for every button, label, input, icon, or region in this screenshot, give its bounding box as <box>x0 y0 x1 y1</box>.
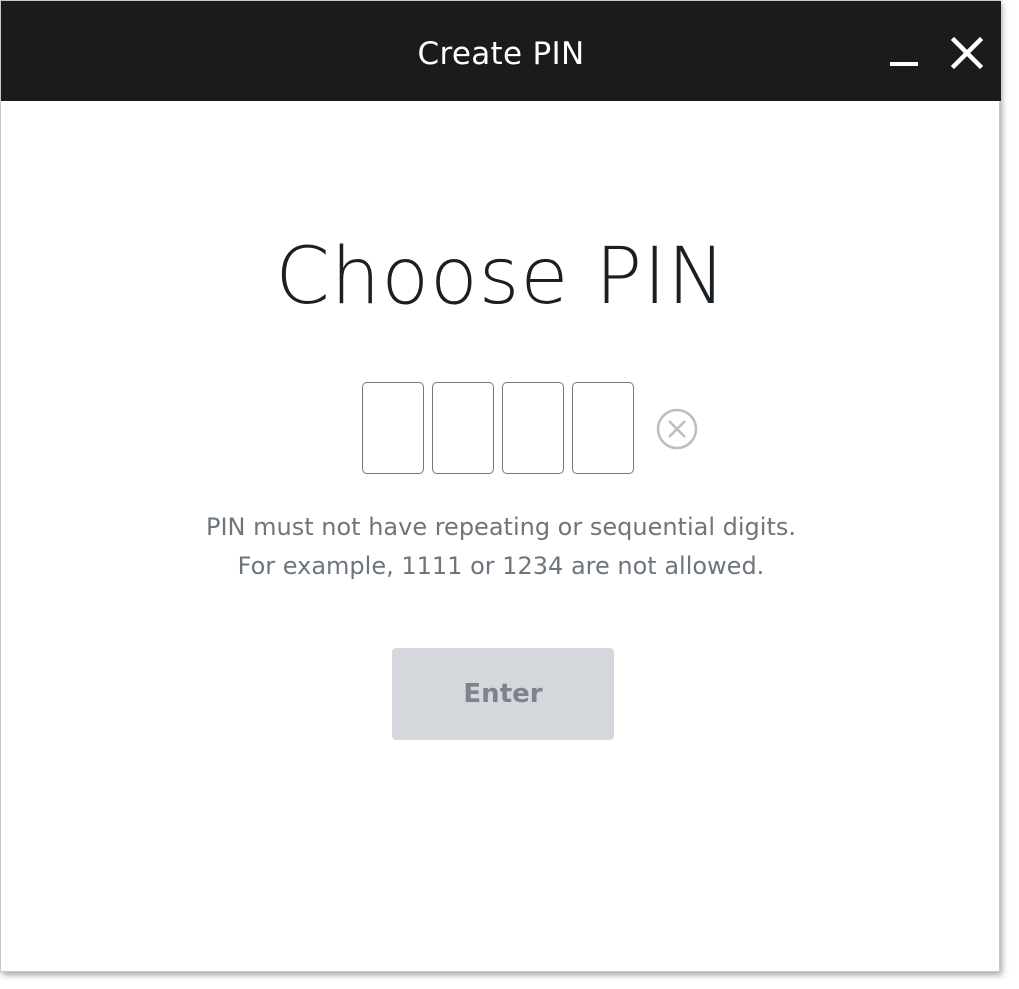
pin-digit-3[interactable] <box>502 382 564 474</box>
clear-circle-x-icon <box>656 408 698 450</box>
title-bar: Create PIN <box>1 1 1001 101</box>
pin-rule-hint: PIN must not have repeating or sequentia… <box>206 513 796 541</box>
minimize-button[interactable] <box>881 36 927 76</box>
minimize-icon <box>890 62 918 66</box>
enter-button[interactable]: Enter <box>392 648 614 740</box>
window-title: Create PIN <box>417 36 585 72</box>
pin-digit-2[interactable] <box>432 382 494 474</box>
pin-digit-1[interactable] <box>362 382 424 474</box>
pin-digit-4[interactable] <box>572 382 634 474</box>
close-button[interactable] <box>945 31 991 77</box>
close-icon <box>950 36 984 70</box>
page-heading: Choose PIN <box>275 232 727 322</box>
create-pin-window: Create PIN Choose PIN PIN must not have … <box>0 0 1001 972</box>
clear-pin-button[interactable] <box>655 407 699 451</box>
pin-example-hint: For example, 1111 or 1234 are not allowe… <box>237 552 765 580</box>
